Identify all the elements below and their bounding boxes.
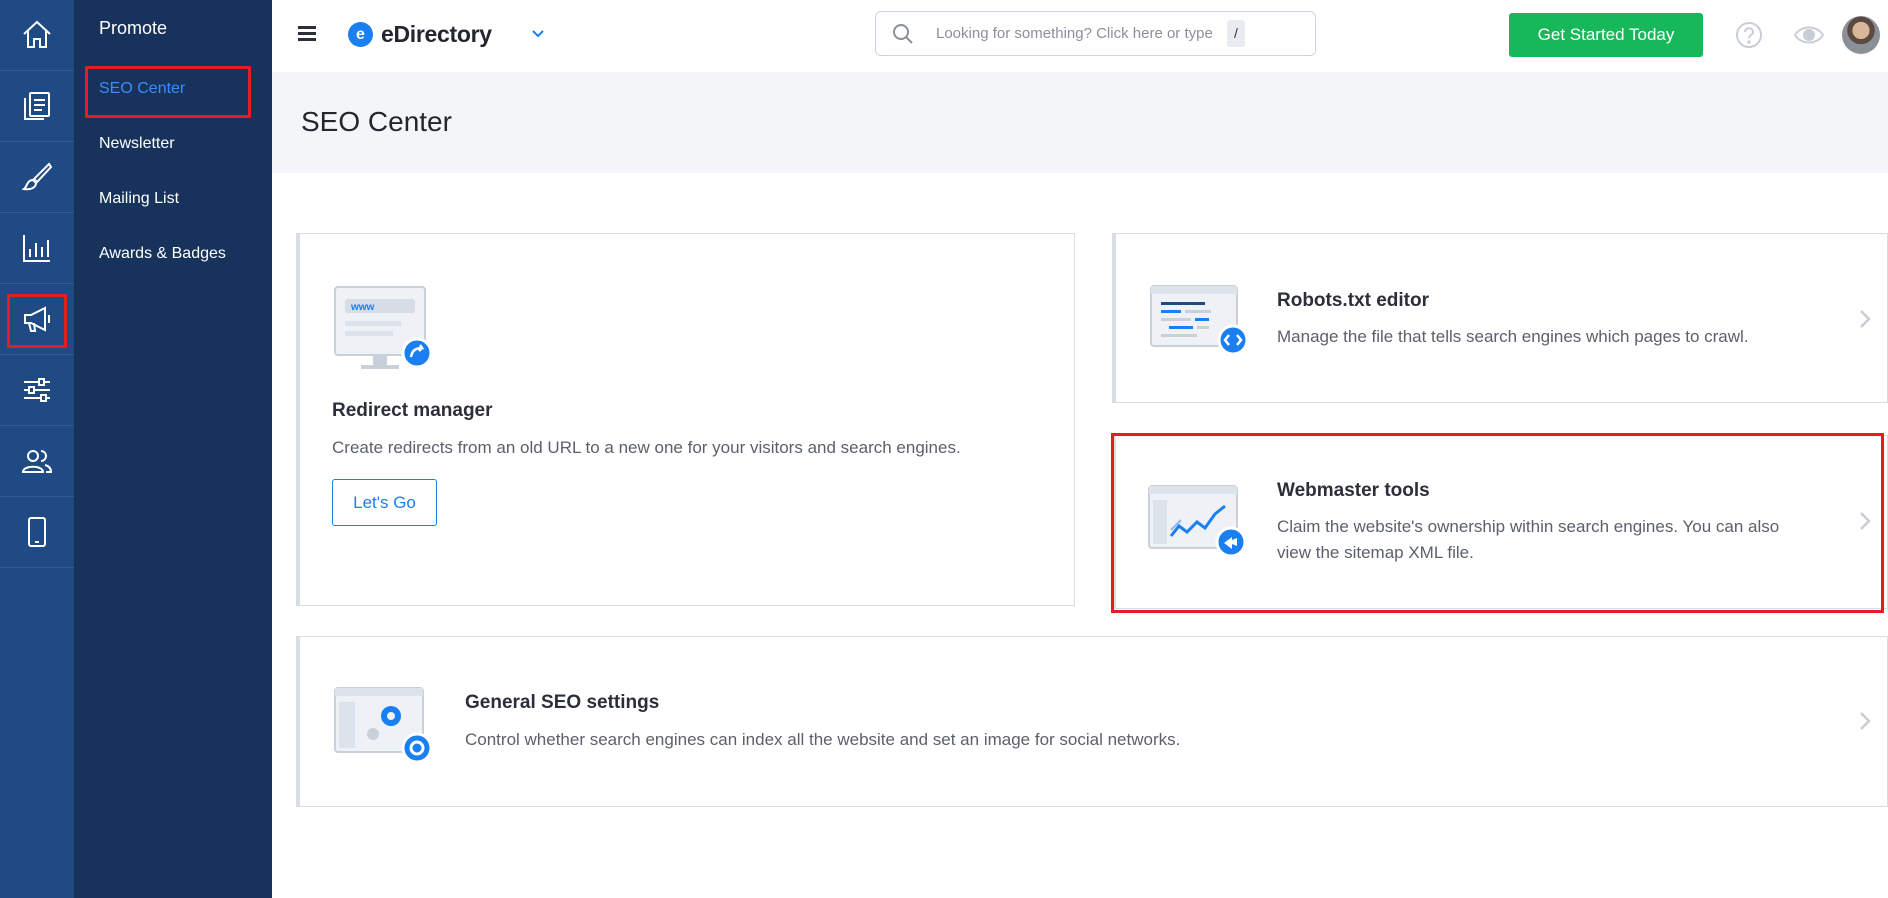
rail-settings[interactable]	[0, 355, 74, 426]
search-input[interactable]: Looking for something? Click here or typ…	[875, 11, 1316, 56]
webmaster-tools-desc: Claim the website's ownership within sea…	[1277, 517, 1780, 562]
rail-mobile[interactable]	[0, 497, 74, 568]
chevron-right-icon[interactable]	[1858, 710, 1872, 732]
robots-editor-card[interactable]: Robots.txt editor Manage the file that t…	[1112, 233, 1888, 403]
logo-text: eDirectory	[381, 21, 492, 47]
promote-subnav: Promote SEO Center Newsletter Mailing Li…	[74, 0, 272, 898]
settings-sliders-icon	[24, 378, 50, 402]
page-title: SEO Center	[301, 106, 452, 137]
seo-center-highlight	[85, 66, 251, 118]
webmaster-tools-title: Webmaster tools	[1277, 480, 1430, 501]
home-icon	[23, 20, 51, 48]
preview-eye-icon[interactable]	[1793, 22, 1825, 48]
rail-content[interactable]	[0, 71, 74, 142]
menu-toggle-icon[interactable]	[298, 26, 316, 42]
search-placeholder: Looking for something? Click here or typ…	[936, 25, 1213, 42]
subnav-item-awards-badges[interactable]: Awards & Badges	[99, 245, 226, 263]
rail-design[interactable]	[0, 142, 74, 213]
top-bar: e eDirectory Looking for something? Clic…	[272, 0, 1888, 73]
robots-editor-title: Robots.txt editor	[1277, 290, 1429, 311]
lets-go-button[interactable]: Let's Go	[332, 479, 437, 526]
chevron-right-icon[interactable]	[1858, 308, 1872, 330]
mobile-icon	[28, 517, 46, 547]
rail-promote[interactable]	[0, 284, 74, 355]
general-seo-illustration-icon	[334, 687, 433, 764]
reports-chart-icon	[23, 235, 50, 262]
page-header: SEO Center	[272, 72, 1888, 173]
general-seo-settings-card[interactable]: General SEO settings Control whether sea…	[296, 636, 1888, 807]
search-icon	[893, 24, 913, 44]
rail-reports[interactable]	[0, 213, 74, 284]
webmaster-illustration-icon	[1148, 485, 1247, 558]
content-pages-icon	[24, 92, 50, 120]
search-shortcut-key: /	[1227, 20, 1245, 47]
general-seo-settings-title: General SEO settings	[465, 692, 660, 713]
rail-users[interactable]	[0, 426, 74, 497]
redirect-manager-card: www Redirect manager Create redirects fr…	[296, 233, 1075, 606]
general-seo-settings-desc: Control whether search engines can index…	[465, 730, 1181, 749]
promote-megaphone-icon	[24, 306, 50, 332]
brand-logo[interactable]: e eDirectory	[348, 21, 492, 48]
logo-mark: e	[348, 22, 373, 47]
chevron-down-icon[interactable]	[530, 26, 546, 42]
www-text: www	[350, 302, 375, 313]
subnav-item-newsletter[interactable]: Newsletter	[99, 135, 175, 153]
redirect-manager-desc: Create redirects from an old URL to a ne…	[332, 438, 961, 457]
subnav-title: Promote	[99, 18, 168, 38]
help-icon[interactable]	[1735, 21, 1763, 49]
user-avatar[interactable]	[1842, 16, 1880, 54]
redirect-manager-title: Redirect manager	[332, 400, 493, 421]
users-icon	[21, 450, 53, 473]
chevron-right-icon[interactable]	[1858, 510, 1872, 532]
redirect-illustration-icon: www	[334, 286, 433, 369]
design-brush-icon	[21, 162, 53, 191]
robots-editor-desc: Manage the file that tells search engine…	[1277, 327, 1749, 346]
rail-home[interactable]	[0, 0, 74, 71]
subnav-item-mailing-list[interactable]: Mailing List	[99, 190, 179, 208]
get-started-button[interactable]: Get Started Today	[1509, 13, 1703, 57]
webmaster-tools-card[interactable]: Webmaster tools Claim the website's owne…	[1112, 435, 1888, 609]
robots-illustration-icon	[1150, 285, 1249, 356]
icon-rail	[0, 0, 74, 898]
